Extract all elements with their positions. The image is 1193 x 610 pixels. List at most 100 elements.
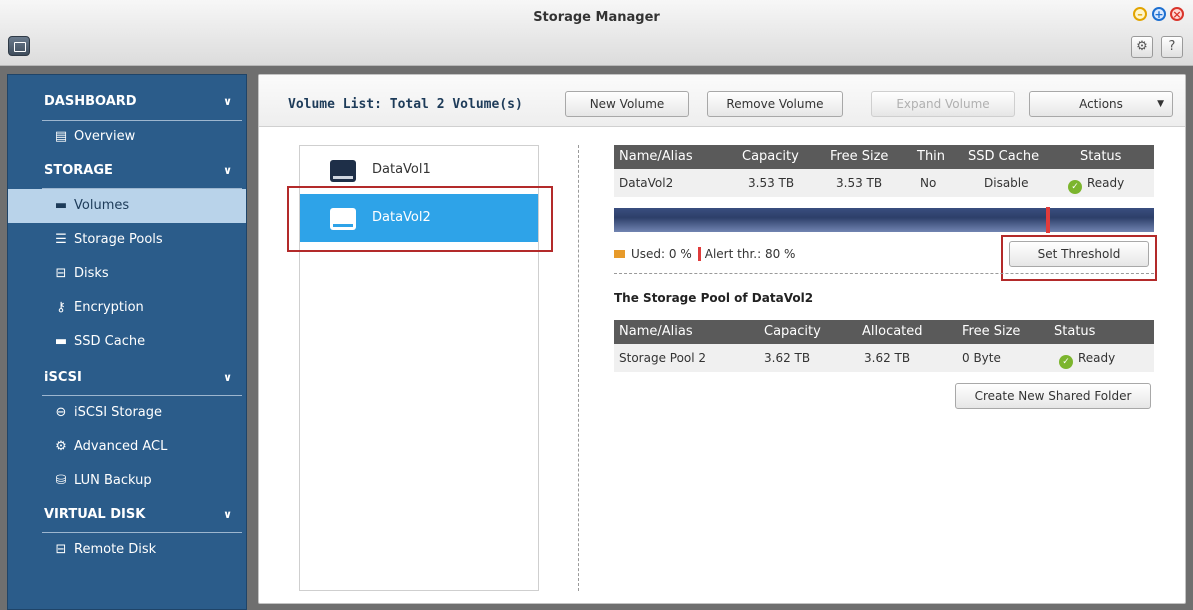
volume-details-table: Name/Alias Capacity Free Size Thin SSD C…: [614, 145, 1154, 197]
column-header: Status: [1080, 149, 1122, 164]
check-icon: ✓: [1068, 180, 1082, 194]
app-menu-icon[interactable]: [8, 36, 30, 56]
column-header: Name/Alias: [619, 149, 693, 164]
sidebar-item-remote-disk[interactable]: ⊟ Remote Disk: [8, 533, 246, 567]
actions-label: Actions: [1079, 97, 1123, 111]
sidebar-item-label: Overview: [74, 129, 136, 144]
cell-status: ✓ Ready: [1068, 169, 1124, 197]
column-header: Name/Alias: [619, 324, 693, 339]
table-row[interactable]: DataVol2 3.53 TB 3.53 TB No Disable ✓ Rea…: [614, 169, 1154, 197]
sidebar-item-label: iSCSI Storage: [74, 405, 163, 420]
table-header: Name/Alias Capacity Free Size Thin SSD C…: [614, 145, 1154, 169]
sidebar-item-label: LUN Backup: [74, 473, 152, 488]
close-icon[interactable]: ×: [1170, 7, 1184, 21]
section-iscsi[interactable]: iSCSI ∨: [8, 361, 246, 395]
window-title: Storage Manager: [533, 10, 660, 25]
cell-free-size: 0 Byte: [962, 351, 1001, 365]
sidebar-item-label: Advanced ACL: [74, 439, 168, 454]
minimize-icon[interactable]: –: [1133, 7, 1147, 21]
storage-pool-title: The Storage Pool of DataVol2: [614, 291, 814, 305]
column-header: Free Size: [962, 324, 1021, 339]
disk-icon: ⊟: [55, 266, 67, 281]
chevron-down-icon: ∨: [223, 164, 232, 177]
volume-disk-icon: [330, 160, 356, 182]
column-header: Free Size: [830, 149, 889, 164]
sidebar-item-label: SSD Cache: [74, 334, 146, 349]
sidebar-item-lun-backup[interactable]: ⛁ LUN Backup: [8, 464, 246, 498]
create-shared-folder-button[interactable]: Create New Shared Folder: [955, 383, 1151, 409]
remote-disk-icon: ⊟: [55, 542, 67, 557]
iscsi-storage-icon: ⊖: [55, 405, 67, 420]
cell-capacity: 3.53 TB: [748, 176, 795, 190]
section-virtual-disk[interactable]: VIRTUAL DISK ∨: [8, 498, 246, 532]
help-icon[interactable]: ?: [1161, 36, 1183, 58]
volume-icon: ▬: [54, 198, 68, 213]
alert-swatch: [697, 247, 701, 261]
section-label: VIRTUAL DISK: [44, 507, 146, 522]
cell-allocated: 3.62 TB: [864, 351, 911, 365]
column-header: Capacity: [742, 149, 799, 164]
sidebar-item-label: Encryption: [74, 300, 144, 315]
cell-thin: No: [920, 176, 937, 190]
chevron-down-icon: ∨: [223, 508, 232, 521]
overview-icon: ▤: [54, 129, 68, 144]
section-label: DASHBOARD: [44, 94, 137, 109]
cell-free-size: 3.53 TB: [836, 176, 883, 190]
alert-label: Alert thr.: 80 %: [704, 247, 796, 261]
check-icon: ✓: [1059, 355, 1073, 369]
alert-threshold-marker: [1046, 207, 1050, 233]
cell-ssd-cache: Disable: [984, 176, 1029, 190]
sidebar-item-advanced-acl[interactable]: ⚙ Advanced ACL: [8, 430, 246, 464]
cell-name: Storage Pool 2: [619, 351, 707, 365]
main-panel: Volume List: Total 2 Volume(s) New Volum…: [258, 74, 1186, 604]
table-header: Name/Alias Capacity Allocated Free Size …: [614, 320, 1154, 344]
status-text: Ready: [1087, 176, 1125, 190]
volume-name: DataVol1: [372, 162, 431, 177]
section-label: iSCSI: [44, 370, 82, 385]
column-header: Capacity: [764, 324, 821, 339]
column-header: Status: [1054, 324, 1096, 339]
remove-volume-button[interactable]: Remove Volume: [707, 91, 843, 117]
status-text: Ready: [1078, 351, 1116, 365]
section-dashboard[interactable]: DASHBOARD ∨: [8, 85, 246, 119]
table-row[interactable]: Storage Pool 2 3.62 TB 3.62 TB 0 Byte ✓ R…: [614, 344, 1154, 372]
sidebar-item-ssd-cache[interactable]: ▬ SSD Cache: [8, 325, 246, 359]
usage-legend: Used: 0 % Alert thr.: 80 %: [614, 247, 795, 261]
ssd-cache-icon: ▬: [54, 334, 68, 349]
sidebar-item-disks[interactable]: ⊟ Disks: [8, 257, 246, 291]
sidebar-item-storage-pools[interactable]: ☰ Storage Pools: [8, 223, 246, 257]
sidebar-item-overview[interactable]: ▤ Overview: [8, 120, 246, 154]
column-header: Thin: [917, 149, 946, 164]
sidebar-item-encryption[interactable]: ⚷ Encryption: [8, 291, 246, 325]
title-bar: Storage Manager – + × ⚙ ?: [0, 0, 1193, 66]
cell-capacity: 3.62 TB: [764, 351, 811, 365]
chevron-down-icon: ∨: [223, 95, 232, 108]
used-swatch: [614, 250, 625, 258]
expand-volume-button[interactable]: Expand Volume: [871, 91, 1015, 117]
sidebar-item-label: Volumes: [74, 198, 130, 213]
column-header: SSD Cache: [968, 149, 1040, 164]
key-icon: ⚷: [56, 300, 66, 315]
actions-dropdown[interactable]: Actions ▼: [1029, 91, 1173, 117]
new-volume-button[interactable]: New Volume: [565, 91, 689, 117]
chevron-down-icon: ∨: [223, 371, 232, 384]
volume-list-title: Volume List: Total 2 Volume(s): [288, 97, 523, 112]
section-label: STORAGE: [44, 163, 113, 178]
sidebar-item-volumes[interactable]: ▬ Volumes: [8, 189, 246, 223]
gear-icon: ⚙: [55, 439, 67, 454]
sidebar-item-label: Disks: [74, 266, 109, 281]
storage-pool-icon: ☰: [55, 232, 67, 247]
section-storage[interactable]: STORAGE ∨: [8, 154, 246, 188]
settings-gear-icon[interactable]: ⚙: [1131, 36, 1153, 58]
storage-pool-table: Name/Alias Capacity Allocated Free Size …: [614, 320, 1154, 372]
sidebar-item-label: Storage Pools: [74, 232, 163, 247]
vertical-divider: [578, 145, 579, 591]
backup-icon: ⛁: [55, 473, 67, 488]
toolbar: Volume List: Total 2 Volume(s) New Volum…: [259, 75, 1185, 127]
threshold-highlight-box: [1001, 235, 1157, 281]
usage-bar: [614, 208, 1154, 232]
sidebar-item-iscsi-storage[interactable]: ⊖ iSCSI Storage: [8, 396, 246, 430]
maximize-icon[interactable]: +: [1152, 7, 1166, 21]
sidebar-item-label: Remote Disk: [74, 542, 157, 557]
sidebar: DASHBOARD ∨ ▤ Overview STORAGE ∨ ▬ Volum…: [7, 74, 247, 610]
